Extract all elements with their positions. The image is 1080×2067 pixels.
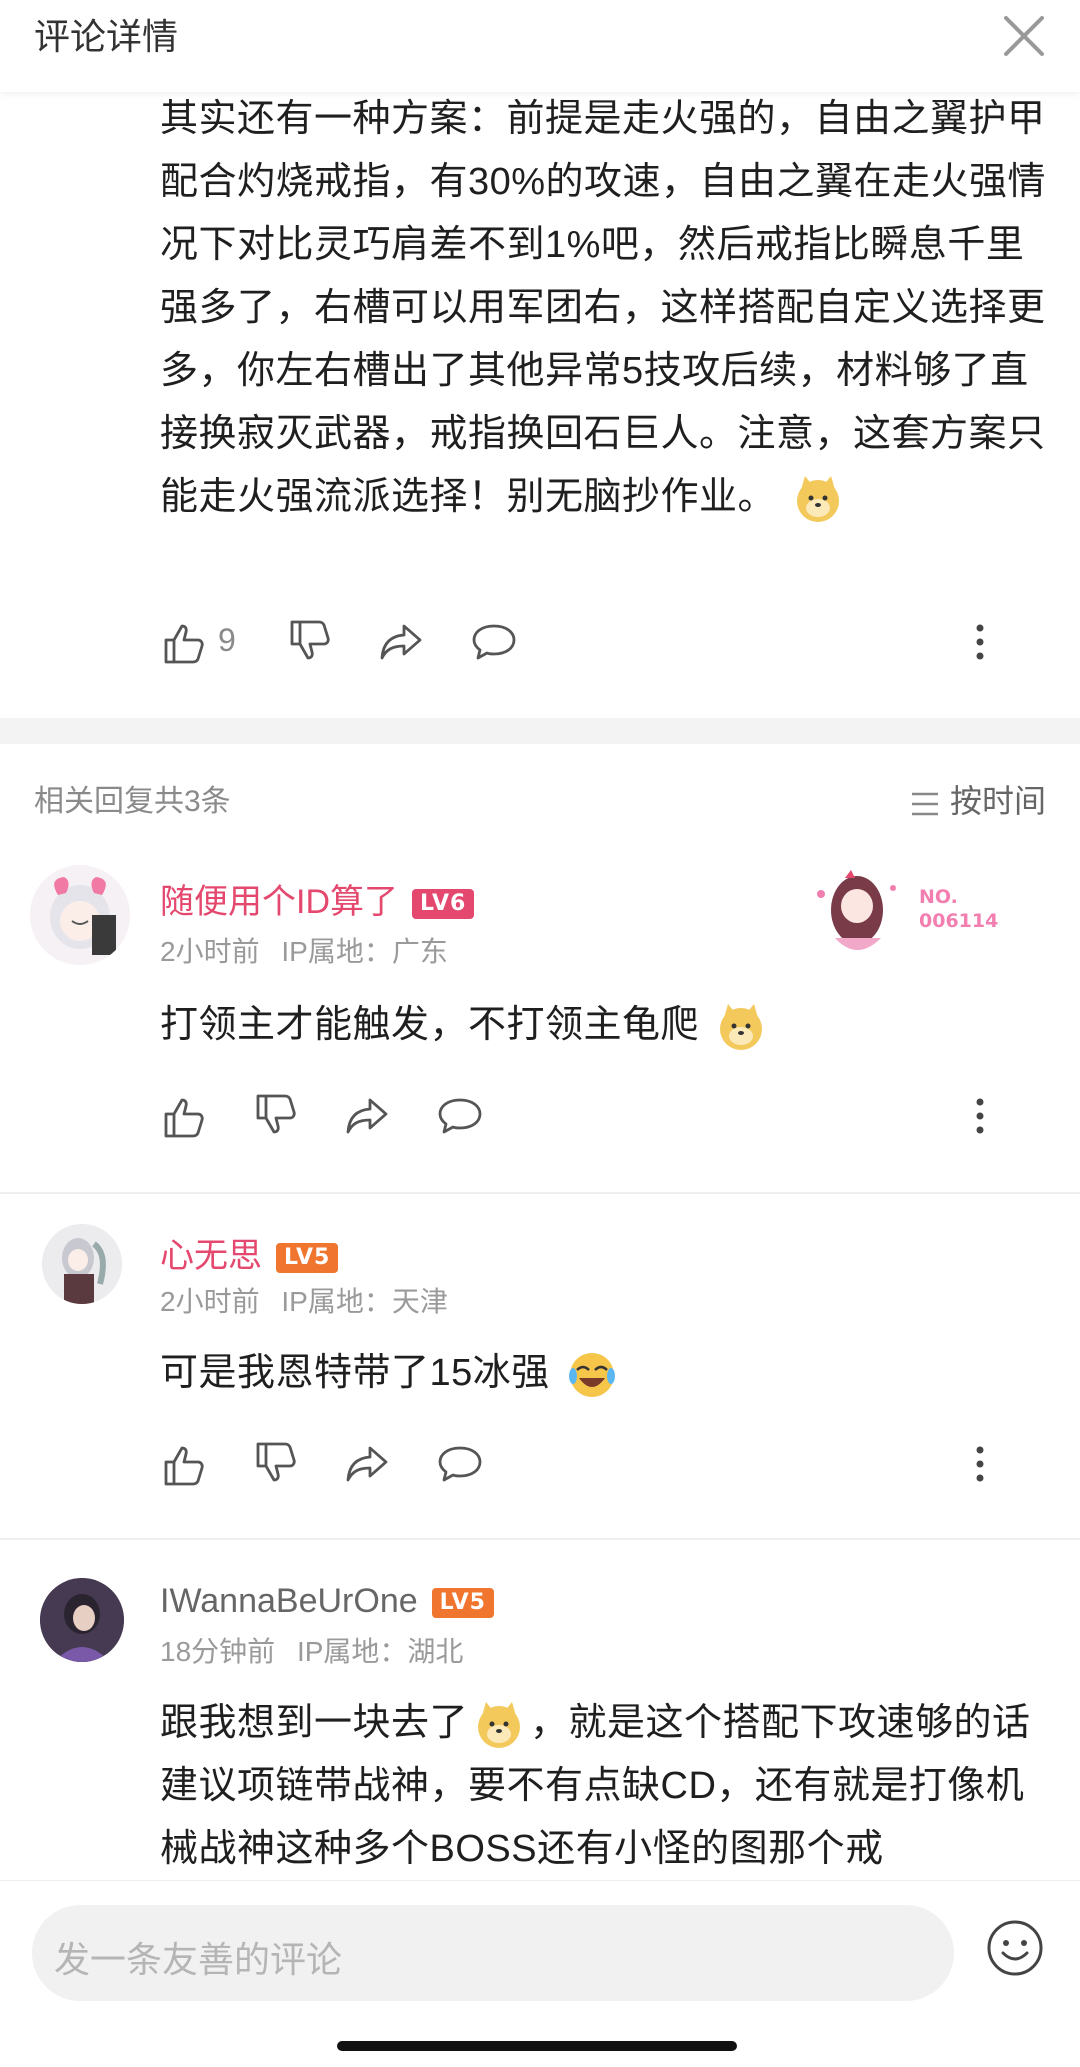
character-avatar-icon bbox=[40, 1578, 124, 1662]
badge-number: 006114 bbox=[919, 910, 999, 932]
avatar[interactable] bbox=[42, 1224, 122, 1304]
share-icon[interactable] bbox=[344, 1092, 392, 1140]
reply-actions bbox=[160, 1092, 990, 1142]
level-badge: LV6 bbox=[412, 889, 475, 920]
reply-meta: 18分钟前 IP属地：湖北 bbox=[160, 1630, 463, 1670]
page-header: 评论详情 bbox=[0, 0, 1080, 92]
reply-text-body: 打领主才能触发，不打领主龟爬 bbox=[160, 1004, 700, 1046]
reply-text: 可是我恩特带了15冰强 bbox=[160, 1342, 1050, 1405]
page-title: 评论详情 bbox=[34, 16, 179, 57]
reply-time: 2小时前 bbox=[160, 936, 260, 967]
level-badge: LV5 bbox=[276, 1243, 339, 1274]
comment-icon[interactable] bbox=[436, 1440, 484, 1488]
thumbs-up-icon[interactable] bbox=[160, 1440, 208, 1488]
like-count: 9 bbox=[218, 622, 236, 658]
username[interactable]: 随便用个ID算了 bbox=[160, 883, 398, 921]
reply-separator bbox=[0, 1192, 1080, 1194]
comment-input-placeholder: 发一条友善的评论 bbox=[54, 1939, 343, 1980]
reply-meta: 2小时前 IP属地：广东 bbox=[160, 930, 448, 970]
anime-avatar-icon bbox=[42, 1224, 122, 1304]
badge-label: NO. bbox=[919, 886, 958, 908]
section-divider bbox=[0, 718, 1080, 744]
replies-header: 相关回复共3条 按时间 bbox=[34, 776, 1046, 819]
laughing-cry-emoji-icon bbox=[568, 1352, 615, 1397]
avatar[interactable] bbox=[40, 1578, 124, 1662]
reply-ip: IP属地：广东 bbox=[281, 936, 448, 967]
thumbs-down-icon[interactable] bbox=[252, 1440, 300, 1488]
more-icon[interactable] bbox=[970, 1440, 990, 1488]
reply-meta: 2小时前 IP属地：天津 bbox=[160, 1280, 448, 1320]
main-comment: 其实还有一种方案：前提是走火强的，自由之翼护甲配合灼烧戒指，有30%的攻速，自由… bbox=[160, 88, 1050, 529]
doge-emoji-icon bbox=[720, 1003, 763, 1050]
sort-label: 按时间 bbox=[949, 783, 1046, 819]
reply-text-body: 跟我想到一块去了 bbox=[160, 1702, 469, 1744]
main-comment-body: 其实还有一种方案：前提是走火强的，自由之翼护甲配合灼烧戒指，有30%的攻速，自由… bbox=[160, 98, 1047, 518]
comment-icon[interactable] bbox=[436, 1092, 484, 1140]
username[interactable]: 心无思 bbox=[160, 1237, 262, 1275]
more-icon[interactable] bbox=[970, 618, 990, 666]
sort-icon bbox=[911, 792, 938, 815]
reply-count-label: 相关回复共3条 bbox=[34, 785, 231, 818]
badge-character-icon bbox=[817, 870, 896, 950]
reply-ip: IP属地：天津 bbox=[281, 1286, 448, 1317]
anime-avatar-icon bbox=[30, 865, 130, 965]
doge-emoji-icon bbox=[478, 1701, 521, 1748]
username-row: 心无思 LV5 bbox=[160, 1228, 339, 1277]
reply-time: 2小时前 bbox=[160, 1286, 260, 1317]
thumbs-up-icon[interactable] bbox=[160, 1092, 208, 1140]
thumbs-down-icon[interactable] bbox=[252, 1092, 300, 1140]
reply-text-body: 可是我恩特带了15冰强 bbox=[160, 1352, 550, 1394]
comment-icon[interactable] bbox=[470, 618, 518, 666]
share-icon[interactable] bbox=[344, 1440, 392, 1488]
reply-separator bbox=[0, 1538, 1080, 1540]
username[interactable]: IWannaBeUrOne bbox=[160, 1582, 418, 1620]
more-icon[interactable] bbox=[970, 1092, 990, 1140]
comment-input[interactable]: 发一条友善的评论 bbox=[32, 1905, 954, 2001]
main-comment-text: 其实还有一种方案：前提是走火强的，自由之翼护甲配合灼烧戒指，有30%的攻速，自由… bbox=[160, 88, 1050, 529]
reply-text: 跟我想到一块去了 ，就是这个搭配下攻速够的话建议项链带战神，要不有点缺CD，还有… bbox=[160, 1692, 1050, 1881]
thumbs-up-icon[interactable] bbox=[160, 618, 208, 666]
emoji-picker-icon[interactable] bbox=[986, 1919, 1044, 1977]
share-icon[interactable] bbox=[378, 618, 426, 666]
fan-badge: NO. 006114 bbox=[805, 866, 1015, 958]
reply-ip: IP属地：湖北 bbox=[296, 1636, 464, 1667]
reply-time: 18分钟前 bbox=[160, 1636, 276, 1667]
username-row: IWannaBeUrOne LV5 bbox=[160, 1582, 494, 1621]
sort-button[interactable]: 按时间 bbox=[910, 776, 1046, 822]
close-icon[interactable] bbox=[998, 10, 1050, 62]
doge-emoji-icon bbox=[797, 475, 840, 522]
comment-input-bar: 发一条友善的评论 bbox=[0, 1880, 1080, 2067]
avatar[interactable] bbox=[30, 865, 130, 965]
level-badge: LV5 bbox=[431, 1588, 494, 1619]
reply-text: 打领主才能触发，不打领主龟爬 bbox=[160, 994, 1050, 1057]
main-comment-actions: 9 bbox=[160, 618, 990, 668]
reply-actions bbox=[160, 1440, 990, 1490]
home-indicator bbox=[337, 2041, 737, 2051]
thumbs-down-icon[interactable] bbox=[286, 618, 334, 666]
username-row: 随便用个ID算了 LV6 bbox=[160, 874, 475, 923]
